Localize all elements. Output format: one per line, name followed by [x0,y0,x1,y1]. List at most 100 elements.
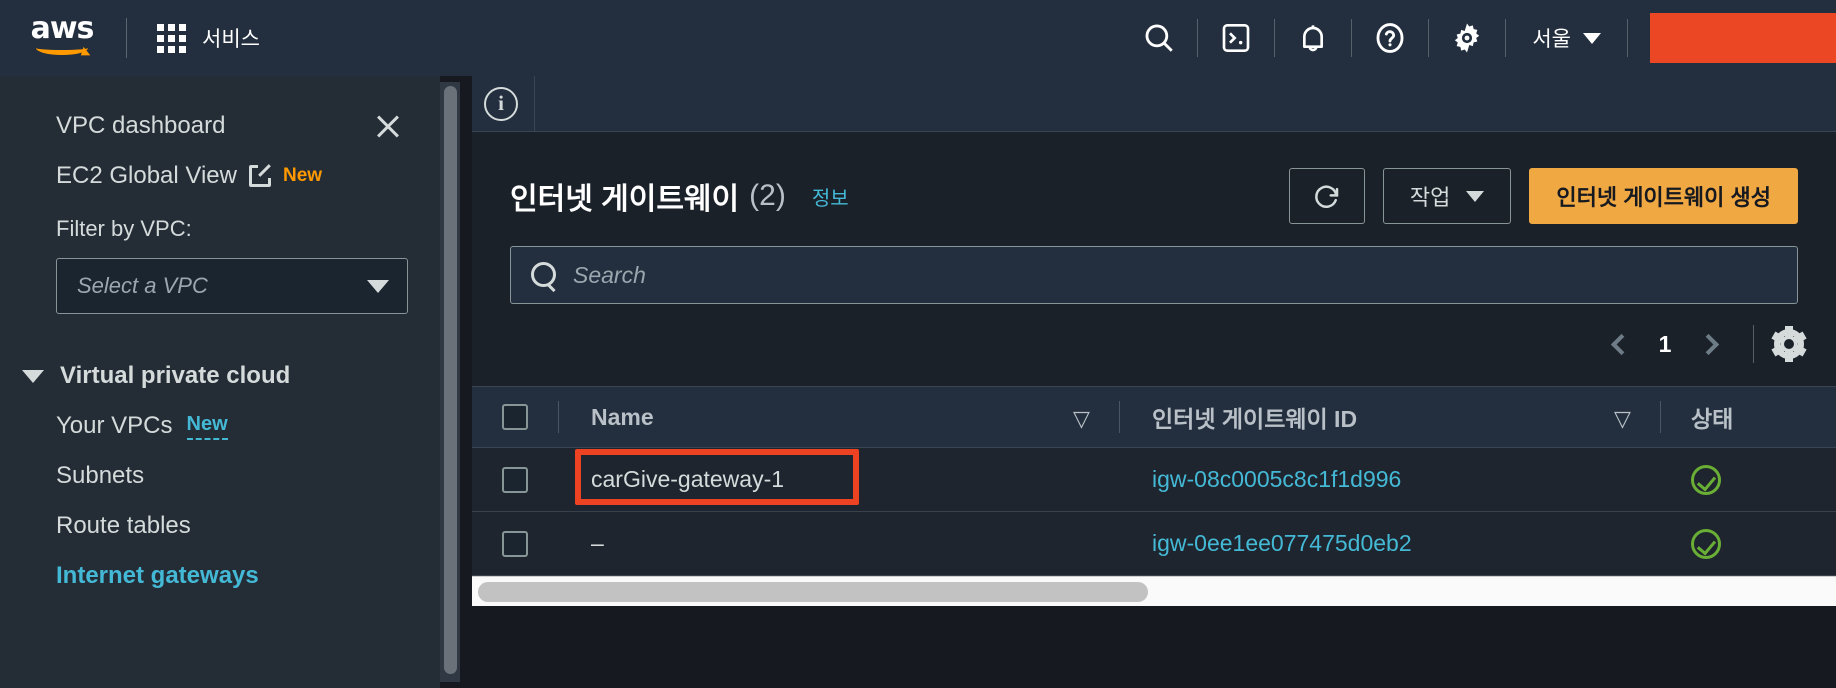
settings-gear-icon[interactable] [1429,0,1505,76]
actions-label: 작업 [1409,185,1451,210]
gateway-name-value: – [591,530,604,556]
vpc-select-placeholder: Select a VPC [77,273,208,298]
sidebar-item-internet-gateways[interactable]: Internet gateways [0,540,440,590]
aws-logo[interactable]: aws [24,11,100,61]
actions-dropdown-button[interactable]: 작업 [1382,168,1512,224]
gateway-id-link[interactable]: igw-0ee1ee077475d0eb2 [1152,530,1412,557]
main-content: i 인터넷 게이트웨이 (2) 정보 작업 인터넷 게이트웨이 생성 Searc… [472,75,1836,688]
vpc-sidebar: VPC dashboard EC2 Global View New Filter… [0,76,440,688]
cell-state [1661,448,1836,511]
chevron-down-icon [22,369,44,383]
row-select-cell [472,448,558,511]
chevron-down-icon [1466,190,1485,202]
top-nav-right-group: 서울 [1121,0,1836,76]
create-internet-gateway-button[interactable]: 인터넷 게이트웨이 생성 [1529,168,1798,224]
info-bar: i [472,75,1836,132]
sidebar-item-ec2-global-view[interactable]: EC2 Global View New [0,140,440,190]
column-header-gateway-id[interactable]: 인터넷 게이트웨이 ID [1120,387,1660,447]
select-all-cell [472,387,558,447]
region-selector[interactable]: 서울 [1506,0,1627,76]
row-checkbox[interactable] [502,530,528,557]
page-title: 인터넷 게이트웨이 [510,183,740,216]
sidebar-header: VPC dashboard [0,76,440,140]
services-label: 서비스 [202,28,260,51]
sort-descending-icon[interactable] [1614,408,1636,430]
refresh-button[interactable] [1288,168,1365,224]
top-navigation-bar: aws 서비스 서울 [0,0,1836,76]
info-icon[interactable]: i [484,86,518,121]
sort-descending-icon[interactable] [1073,408,1095,430]
close-icon[interactable] [374,112,402,140]
status-attached-icon [1691,528,1721,559]
ec2-global-view-label: EC2 Global View [56,162,237,189]
sidebar-group-virtual-private-cloud[interactable]: Virtual private cloud [0,314,440,390]
panel-header: 인터넷 게이트웨이 (2) 정보 작업 인터넷 게이트웨이 생성 [472,132,1836,224]
chevron-down-icon [367,279,389,293]
search-placeholder: Search [573,261,646,288]
sidebar-item-label: Route tables [56,512,191,539]
search-row: Search [472,224,1836,304]
help-question-icon[interactable] [1352,0,1428,76]
aws-smile-icon [36,41,88,55]
cell-gateway-id: igw-08c0005c8c1f1d996 [1120,448,1660,511]
region-label: 서울 [1532,28,1571,51]
previous-page-button[interactable] [1595,320,1643,368]
aws-wordmark: aws [30,11,95,46]
sidebar-title: VPC dashboard [56,112,226,139]
sidebar-scrollbar[interactable] [440,82,460,682]
account-menu-redacted[interactable] [1650,13,1836,63]
services-menu-button[interactable]: 서비스 [153,17,264,59]
info-link[interactable]: 정보 [812,182,849,211]
sidebar-item-your-vpcs[interactable]: Your VPCs New [0,390,440,440]
cell-name: carGive-gateway-1 [559,448,1119,511]
new-badge: New [282,165,323,186]
pagination-controls: 1 [472,304,1836,368]
internet-gateways-table: Name 인터넷 게이트웨이 ID 상태 [472,386,1836,688]
grid-menu-icon [157,23,186,53]
row-select-cell [472,512,558,575]
sidebar-item-subnets[interactable]: Subnets [0,440,440,490]
sidebar-group-label: Virtual private cloud [60,362,291,389]
search-icon[interactable] [1121,0,1197,76]
gateway-name-value: carGive-gateway-1 [591,466,785,492]
table-header-row: Name 인터넷 게이트웨이 ID 상태 [472,386,1836,448]
column-header-name[interactable]: Name [559,387,1119,447]
sidebar-item-label: Internet gateways [56,562,259,589]
gateway-id-link[interactable]: igw-08c0005c8c1f1d996 [1152,466,1401,493]
page-number[interactable]: 1 [1647,331,1683,358]
cloudshell-icon[interactable] [1198,0,1274,76]
status-attached-icon [1691,464,1721,495]
sidebar-item-label: Subnets [56,462,145,489]
column-label: Name [591,403,654,430]
nav-divider [126,18,127,58]
vpc-filter-select[interactable]: Select a VPC [56,258,408,314]
row-checkbox[interactable] [502,466,528,493]
chevron-down-icon [1583,32,1601,44]
page-count: (2) [749,179,786,212]
next-page-button[interactable] [1687,320,1735,368]
table-preferences-gear-icon[interactable] [1771,326,1807,362]
sidebar-item-route-tables[interactable]: Route tables [0,490,440,540]
cell-gateway-id: igw-0ee1ee077475d0eb2 [1120,512,1660,575]
external-link-icon [248,162,274,187]
internet-gateways-panel: 인터넷 게이트웨이 (2) 정보 작업 인터넷 게이트웨이 생성 Search … [472,132,1836,688]
panel-bottom-fill [472,606,1836,688]
select-all-checkbox[interactable] [502,404,528,430]
info-bar-separator [534,75,535,132]
column-label: 상태 [1691,406,1734,432]
pagination-separator [1753,325,1754,363]
filter-by-vpc-label: Filter by VPC: [56,216,192,241]
table-row[interactable]: – igw-0ee1ee077475d0eb2 [472,512,1836,576]
table-row[interactable]: carGive-gateway-1 igw-08c0005c8c1f1d996 [472,448,1836,512]
new-badge: New [186,413,228,440]
scrollbar-thumb[interactable] [444,86,457,674]
panel-actions: 작업 인터넷 게이트웨이 생성 [1288,168,1798,224]
table-horizontal-scrollbar[interactable] [472,576,1836,606]
cell-name: – [559,512,1119,575]
search-icon [531,262,557,288]
sidebar-item-label: Your VPCs [56,412,173,439]
search-input[interactable]: Search [510,246,1798,304]
column-header-state[interactable]: 상태 [1661,387,1836,447]
notifications-bell-icon[interactable] [1275,0,1351,76]
scrollbar-thumb[interactable] [478,582,1148,602]
